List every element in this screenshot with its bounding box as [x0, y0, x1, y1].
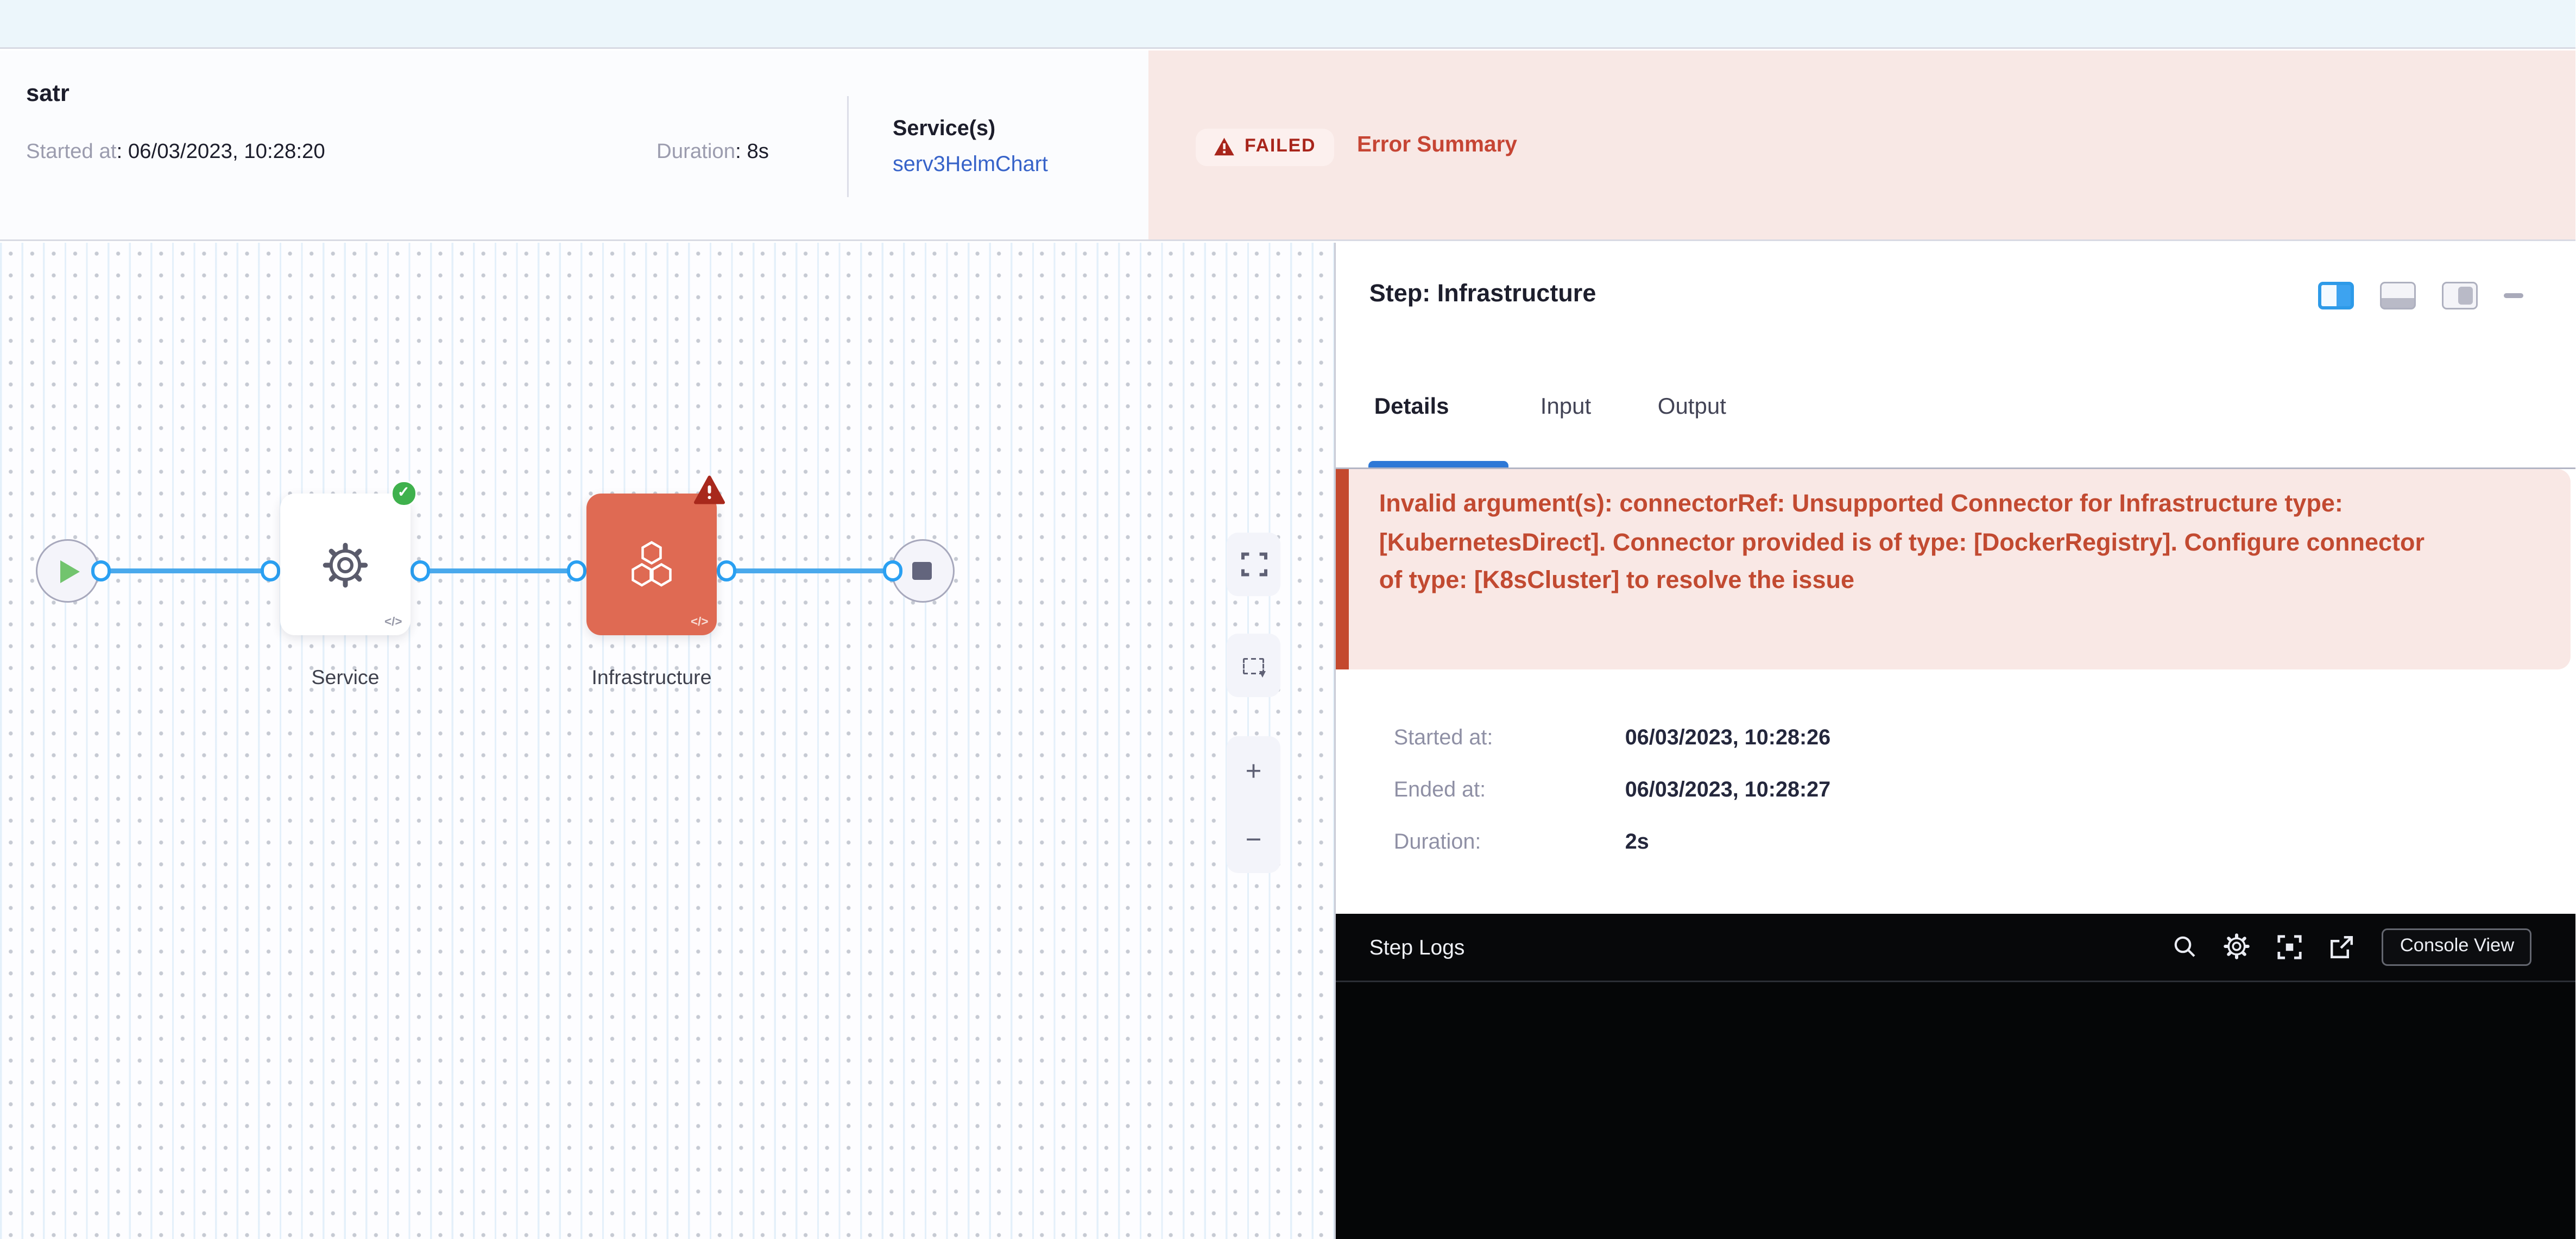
stop-icon: [913, 561, 932, 580]
started-at-meta: Started at: 06/03/2023, 10:28:20: [26, 138, 325, 162]
warning-triangle-icon: [1214, 137, 1235, 156]
panel-tabs: Details Input Output: [1335, 386, 2576, 469]
detail-row-duration: Duration:2s: [1394, 829, 1649, 854]
pipeline-execution-page: satr Started at: 06/03/2023, 10:28:20 Du…: [0, 0, 2576, 1239]
start-node[interactable]: [36, 539, 99, 603]
started-at-label: Started at: [26, 138, 117, 162]
execution-header: satr Started at: 06/03/2023, 10:28:20 Du…: [0, 50, 2576, 242]
detail-label: Duration:: [1394, 829, 1625, 854]
edge-service-to-infrastructure: [420, 568, 577, 574]
layout-right-panel-icon[interactable]: [2319, 282, 2354, 309]
layout-floating-panel-inner: [2459, 287, 2473, 305]
header-divider: [847, 96, 849, 197]
minimize-panel-icon[interactable]: [2504, 293, 2524, 298]
log-settings-gear-icon[interactable]: [2224, 934, 2250, 960]
infrastructure-node-label: Infrastructure: [521, 666, 782, 689]
edge-endpoint: [260, 561, 281, 581]
tab-details[interactable]: Details: [1374, 393, 1449, 419]
fit-to-screen-icon: [1241, 552, 1267, 577]
fit-to-screen-button[interactable]: [1227, 533, 1280, 596]
services-label: Service(s): [893, 115, 1048, 140]
screenshot-stage: satr Started at: 06/03/2023, 10:28:20 Du…: [0, 0, 2576, 1239]
code-icon: </>: [691, 614, 709, 629]
console-view-button[interactable]: Console View: [2382, 928, 2532, 965]
duration-label: Duration: [656, 138, 735, 162]
duration-value: : 8s: [735, 138, 769, 162]
step-logs-title: Step Logs: [1369, 934, 1465, 959]
pipeline-canvas[interactable]: ✓ </> Service </> Infrastructure: [0, 243, 1334, 1239]
active-tab-underline: [1368, 460, 1508, 467]
duration-meta: Duration: 8s: [656, 138, 769, 162]
edge-endpoint: [882, 561, 903, 581]
step-logs-actions: Console View: [2174, 928, 2532, 965]
status-badge: FAILED: [1196, 128, 1334, 166]
status-badge-label: FAILED: [1245, 137, 1316, 156]
play-icon: [60, 560, 80, 583]
panel-layout-toggles: [2319, 282, 2524, 309]
edge-start-to-service: [101, 568, 270, 574]
console-output-area[interactable]: [1335, 981, 2576, 1239]
detail-value: 06/03/2023, 10:28:26: [1625, 725, 1830, 749]
failure-warning-icon: [694, 476, 725, 513]
zoom-out-button[interactable]: −: [1246, 825, 1262, 853]
detail-label: Ended at:: [1394, 777, 1625, 801]
edge-infrastructure-to-end: [727, 568, 893, 574]
step-logs-bar: Step Logs: [1335, 913, 2576, 981]
services-block: Service(s) serv3HelmChart: [893, 115, 1048, 175]
tab-input[interactable]: Input: [1540, 393, 1591, 419]
search-icon[interactable]: [2174, 935, 2196, 958]
gear-icon: [321, 540, 370, 589]
started-at-value: : 06/03/2023, 10:28:20: [117, 138, 325, 162]
step-details-panel: Step: Infrastructure Details Input Outpu…: [1334, 243, 2576, 1239]
zoom-in-button[interactable]: +: [1246, 757, 1262, 785]
code-icon: </>: [384, 614, 402, 629]
error-summary-link[interactable]: Error Summary: [1357, 131, 1517, 156]
zoom-control[interactable]: + −: [1227, 736, 1280, 873]
layout-floating-panel-icon[interactable]: [2442, 282, 2478, 309]
error-message-text: Invalid argument(s): connectorRef: Unsup…: [1379, 486, 2454, 601]
success-check-icon: ✓: [391, 481, 416, 506]
detail-label: Started at:: [1394, 725, 1625, 749]
tab-output[interactable]: Output: [1658, 393, 1726, 419]
marquee-select-icon: [1243, 658, 1264, 674]
infrastructure-hexagons-icon: [626, 537, 678, 592]
top-strip: [0, 0, 2576, 48]
detail-row-started: Started at:06/03/2023, 10:28:26: [1394, 725, 1830, 749]
step-panel-title: Step: Infrastructure: [1369, 280, 1596, 308]
detail-value: 06/03/2023, 10:28:27: [1625, 777, 1830, 801]
fullscreen-logs-icon[interactable]: [2278, 934, 2302, 959]
pipeline-name: satr: [26, 81, 70, 107]
detail-row-ended: Ended at:06/03/2023, 10:28:27: [1394, 777, 1830, 801]
marquee-select-button[interactable]: [1227, 634, 1280, 697]
edge-endpoint: [91, 561, 111, 581]
detail-value: 2s: [1625, 829, 1649, 854]
service-link[interactable]: serv3HelmChart: [893, 151, 1048, 175]
edge-endpoint: [566, 561, 587, 581]
open-in-new-tab-icon[interactable]: [2330, 934, 2354, 959]
error-message-box: Invalid argument(s): connectorRef: Unsup…: [1335, 470, 2571, 669]
layout-bottom-panel-icon[interactable]: [2381, 282, 2416, 309]
service-node-label: Service: [215, 666, 476, 689]
edge-endpoint: [716, 561, 737, 581]
edge-endpoint: [410, 561, 431, 581]
